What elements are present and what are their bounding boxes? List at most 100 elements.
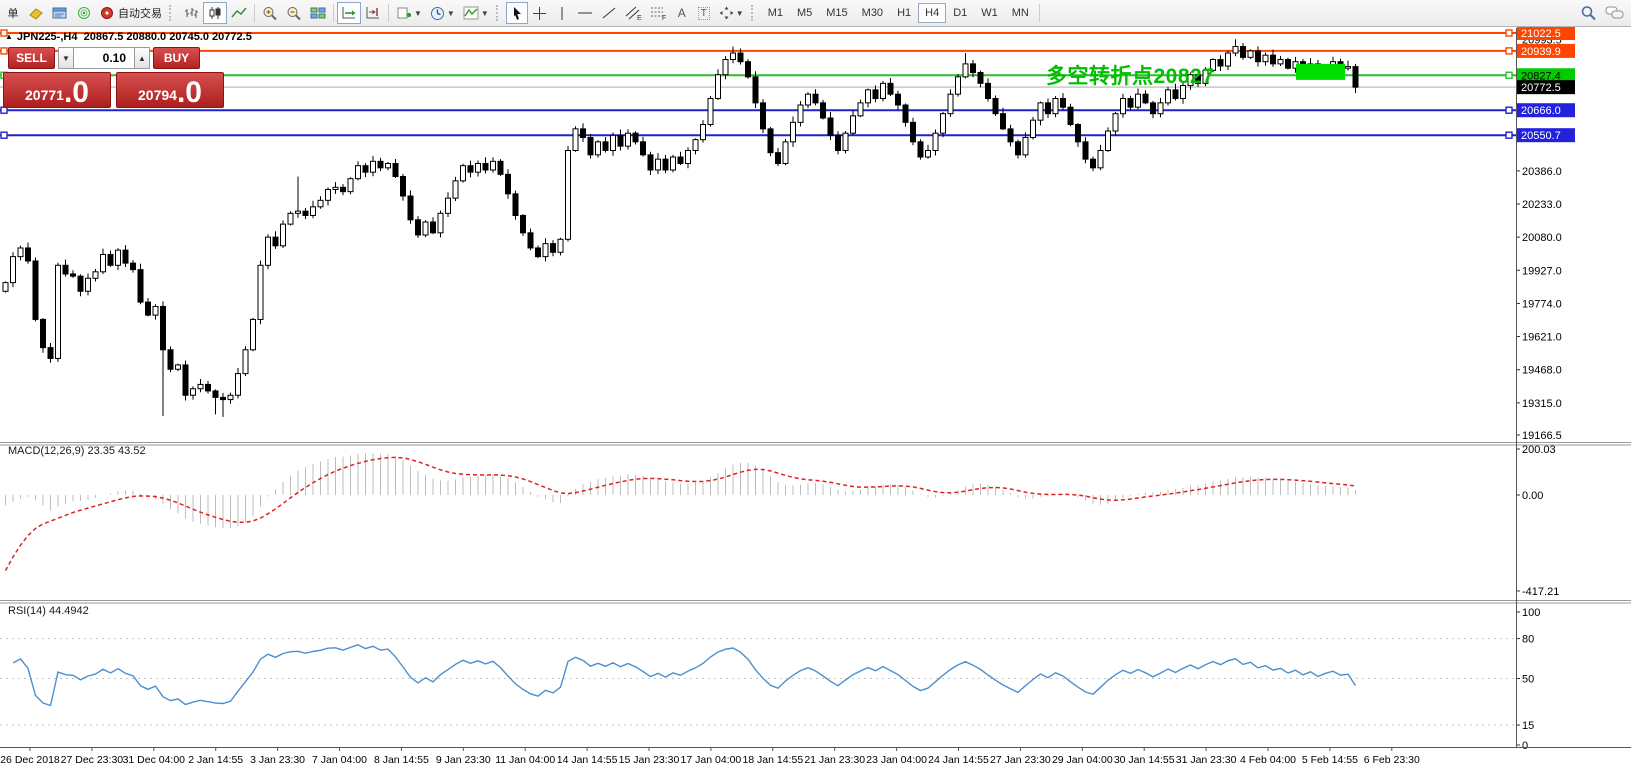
eraser-button[interactable] — [24, 2, 48, 24]
caret-down-icon: ▼ — [62, 54, 70, 63]
toolbar-separator — [388, 4, 389, 22]
fibonacci-button[interactable]: F — [646, 2, 671, 24]
svg-text:20939.9: 20939.9 — [1521, 46, 1561, 58]
volume-input[interactable] — [74, 47, 134, 69]
market-watch-window-button[interactable] — [48, 2, 72, 24]
buy-button[interactable]: BUY — [153, 47, 200, 69]
zoom-in-button[interactable] — [258, 2, 282, 24]
eraser-icon — [28, 6, 44, 20]
svg-text:9 Jan 23:30: 9 Jan 23:30 — [436, 754, 491, 766]
svg-text:19315.0: 19315.0 — [1522, 398, 1562, 410]
volume-decrease-button[interactable]: ▼ — [58, 47, 74, 69]
chevron-down-icon: ▼ — [414, 9, 422, 18]
chat-button[interactable] — [1601, 2, 1629, 24]
timeframe-h4[interactable]: H4 — [918, 3, 946, 23]
timeframe-m1[interactable]: M1 — [761, 3, 790, 23]
chart-shift-button[interactable] — [361, 2, 385, 24]
indicators-button[interactable]: ▼ — [459, 2, 493, 24]
symbol-period-label: JPN225-,H4 — [17, 31, 78, 43]
line-chart-button[interactable] — [227, 2, 251, 24]
tile-windows-button[interactable] — [306, 2, 330, 24]
crosshair-icon — [532, 6, 547, 21]
sell-price-button[interactable]: 20771.0 — [3, 72, 111, 108]
cursor-icon — [510, 6, 524, 21]
svg-text:19774.0: 19774.0 — [1522, 298, 1562, 310]
chevron-down-icon: ▼ — [447, 9, 455, 18]
new-order-button[interactable]: 单 — [2, 2, 24, 24]
chart-window-title: ▲JPN225-,H4 20867.5 20880.0 20745.0 2077… — [5, 31, 252, 43]
buy-price-frac: .0 — [177, 80, 202, 106]
mt4-terminal: { "toolbar": { "new_order_label": "单", "… — [0, 0, 1631, 774]
volume-increase-button[interactable]: ▲ — [134, 47, 150, 69]
toolbar-separator — [1039, 4, 1040, 22]
indicators-icon — [463, 6, 479, 20]
timeframe-d1[interactable]: D1 — [946, 3, 974, 23]
main-toolbar: 单 自动交易 ▼ ▼ — [0, 0, 1631, 27]
sell-price-int: 20771 — [25, 87, 64, 103]
svg-text:26 Dec 2018: 26 Dec 2018 — [0, 754, 60, 766]
svg-text:6 Feb 23:30: 6 Feb 23:30 — [1364, 754, 1420, 766]
svg-text:19166.5: 19166.5 — [1522, 430, 1562, 442]
arrows-icon — [719, 6, 734, 20]
vertical-line-button[interactable] — [551, 2, 573, 24]
bar-chart-icon — [183, 6, 199, 20]
zoom-out-button[interactable] — [282, 2, 306, 24]
sell-price-frac: .0 — [64, 80, 89, 106]
trendline-button[interactable] — [597, 2, 621, 24]
text-button[interactable]: A — [671, 2, 693, 24]
caret-up-icon: ▲ — [138, 54, 146, 63]
arrows-button[interactable]: ▼ — [715, 2, 748, 24]
timeframe-m30[interactable]: M30 — [855, 3, 890, 23]
toolbar-grip — [169, 5, 174, 21]
bar-chart-button[interactable] — [179, 2, 203, 24]
svg-text:23 Jan 04:00: 23 Jan 04:00 — [866, 754, 927, 766]
sell-button[interactable]: SELL — [8, 47, 55, 69]
text-label-button[interactable]: T — [693, 2, 715, 24]
svg-text:20233.0: 20233.0 — [1522, 199, 1562, 211]
new-chart-button[interactable]: ▼ — [392, 2, 426, 24]
toolbar-grip — [751, 5, 756, 21]
crosshair-button[interactable] — [528, 2, 551, 24]
trade-panel-price-row: 20771.0 20794.0 — [3, 72, 225, 108]
equidistant-channel-button[interactable]: E — [621, 2, 646, 24]
collapse-panel-arrow[interactable]: ▲ — [5, 32, 13, 41]
horizontal-line-button[interactable] — [573, 2, 597, 24]
svg-text:20080.0: 20080.0 — [1522, 232, 1562, 244]
chart-canvas[interactable]: 200.030.00-417.21100805015020993.520386.… — [0, 0, 1631, 774]
search-button[interactable] — [1576, 2, 1601, 24]
timeframe-w1[interactable]: W1 — [974, 3, 1005, 23]
clock-icon — [430, 6, 445, 21]
svg-text:5 Feb 14:55: 5 Feb 14:55 — [1302, 754, 1358, 766]
buy-price-button[interactable]: 20794.0 — [116, 72, 224, 108]
auto-scroll-icon — [341, 6, 357, 20]
toolbar-separator — [254, 4, 255, 22]
tile-windows-icon — [310, 6, 326, 20]
svg-text:21 Jan 23:30: 21 Jan 23:30 — [804, 754, 865, 766]
candlestick-chart-icon — [207, 6, 223, 20]
new-order-label: 单 — [8, 5, 19, 21]
timeframe-mn[interactable]: MN — [1005, 3, 1036, 23]
macd-indicator-label: MACD(12,26,9) 23.35 43.52 — [8, 445, 146, 457]
period-button[interactable]: ▼ — [426, 2, 459, 24]
new-chart-icon — [396, 6, 412, 20]
chart-shift-icon — [365, 6, 381, 20]
svg-text:4 Feb 04:00: 4 Feb 04:00 — [1240, 754, 1296, 766]
timeframe-h1[interactable]: H1 — [890, 3, 918, 23]
svg-text:3 Jan 23:30: 3 Jan 23:30 — [250, 754, 305, 766]
timeframe-m5[interactable]: M5 — [790, 3, 819, 23]
svg-text:31 Dec 04:00: 31 Dec 04:00 — [123, 754, 186, 766]
candlestick-chart-button[interactable] — [203, 2, 227, 24]
auto-scroll-button[interactable] — [337, 2, 361, 24]
trendline-icon — [601, 6, 617, 20]
autotrading-button[interactable]: 自动交易 — [96, 2, 166, 24]
svg-text:11 Jan 04:00: 11 Jan 04:00 — [495, 754, 555, 766]
svg-text:19621.0: 19621.0 — [1522, 332, 1562, 344]
timeframe-m15[interactable]: M15 — [819, 3, 854, 23]
trade-panel-top-row: SELL ▼ ▲ BUY — [8, 47, 225, 69]
text-label-icon: T — [698, 7, 710, 20]
cursor-button[interactable] — [506, 2, 528, 24]
svg-text:20772.5: 20772.5 — [1521, 82, 1561, 94]
signals-button[interactable] — [72, 2, 96, 24]
svg-text:15 Jan 23:30: 15 Jan 23:30 — [619, 754, 680, 766]
svg-text:19468.0: 19468.0 — [1522, 365, 1562, 377]
